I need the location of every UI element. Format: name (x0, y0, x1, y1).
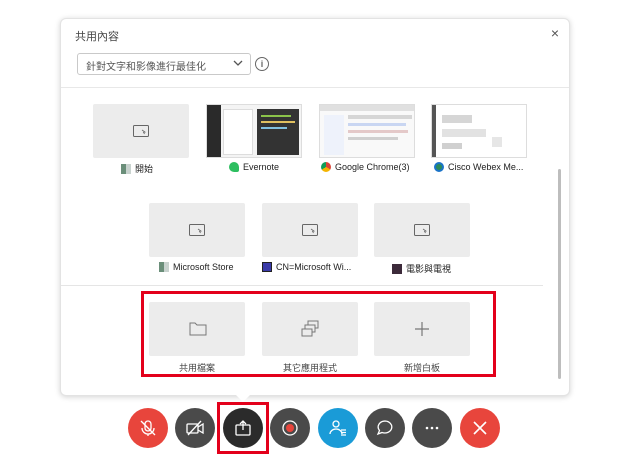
window-label-chrome: Google Chrome(3) (321, 162, 410, 172)
chrome-icon (321, 162, 331, 172)
close-icon (473, 421, 487, 435)
microphone-muted-icon (140, 420, 156, 436)
window-icon (302, 224, 318, 236)
close-icon[interactable]: × (551, 26, 559, 40)
divider (61, 87, 569, 88)
label-text: Google Chrome(3) (335, 162, 410, 172)
camera-off-icon (186, 420, 204, 436)
window-label-ms-store: Microsoft Store (159, 262, 234, 272)
scrollbar[interactable] (558, 169, 561, 379)
evernote-icon (229, 162, 239, 172)
end-meeting-button[interactable] (460, 408, 500, 448)
chat-icon (376, 420, 393, 436)
window-icon (189, 224, 205, 236)
label-text: Evernote (243, 162, 280, 172)
info-icon[interactable]: i (255, 57, 269, 71)
webex-icon (434, 162, 444, 172)
window-label-start: 開始 (121, 162, 153, 175)
more-icon (425, 426, 439, 430)
window-label-cn-microsoft: CN=Microsoft Wi... (262, 262, 351, 272)
window-icon (133, 125, 149, 137)
record-icon (282, 420, 298, 436)
label-text: Microsoft Store (173, 262, 234, 272)
highlight-box (141, 291, 496, 377)
window-label-webex: Cisco Webex Me... (434, 162, 523, 172)
highlight-box (217, 402, 269, 454)
windows-app-icon (159, 262, 169, 272)
window-thumb-evernote[interactable] (206, 104, 302, 158)
dropdown-value: 針對文字和影像進行最佳化 (86, 62, 206, 73)
video-button[interactable] (175, 408, 215, 448)
panel-title: 共用內容 (75, 31, 119, 43)
window-thumb-chrome[interactable] (319, 104, 415, 158)
window-label-movies: 電影與電視 (392, 262, 451, 275)
record-button[interactable] (270, 408, 310, 448)
share-content-panel: 共用內容 × 針對文字和影像進行最佳化 i 開始 Evernote Google… (60, 18, 570, 396)
window-icon (414, 224, 430, 236)
optimize-dropdown[interactable]: 針對文字和影像進行最佳化 (77, 53, 251, 75)
chat-button[interactable] (365, 408, 405, 448)
window-thumb-start[interactable] (93, 104, 189, 158)
movies-tv-icon (392, 263, 402, 274)
window-thumb-ms-store[interactable] (149, 203, 245, 257)
divider (61, 285, 543, 286)
windows-app-icon (121, 163, 131, 174)
window-thumb-cn-microsoft[interactable] (262, 203, 358, 257)
participants-button[interactable] (318, 408, 358, 448)
more-button[interactable] (412, 408, 452, 448)
window-thumb-movies[interactable] (374, 203, 470, 257)
panel-pointer (236, 395, 250, 402)
gear-square-icon (262, 262, 272, 272)
mute-button[interactable] (128, 408, 168, 448)
window-label-evernote: Evernote (229, 162, 279, 172)
label-text: 電影與電視 (406, 264, 452, 274)
label-text: 開始 (135, 164, 154, 174)
label-text: CN=Microsoft Wi... (276, 262, 352, 272)
chevron-down-icon (233, 60, 243, 66)
label-text: Cisco Webex Me... (448, 162, 524, 172)
participants-icon (329, 420, 346, 436)
window-thumb-webex[interactable] (431, 104, 527, 158)
